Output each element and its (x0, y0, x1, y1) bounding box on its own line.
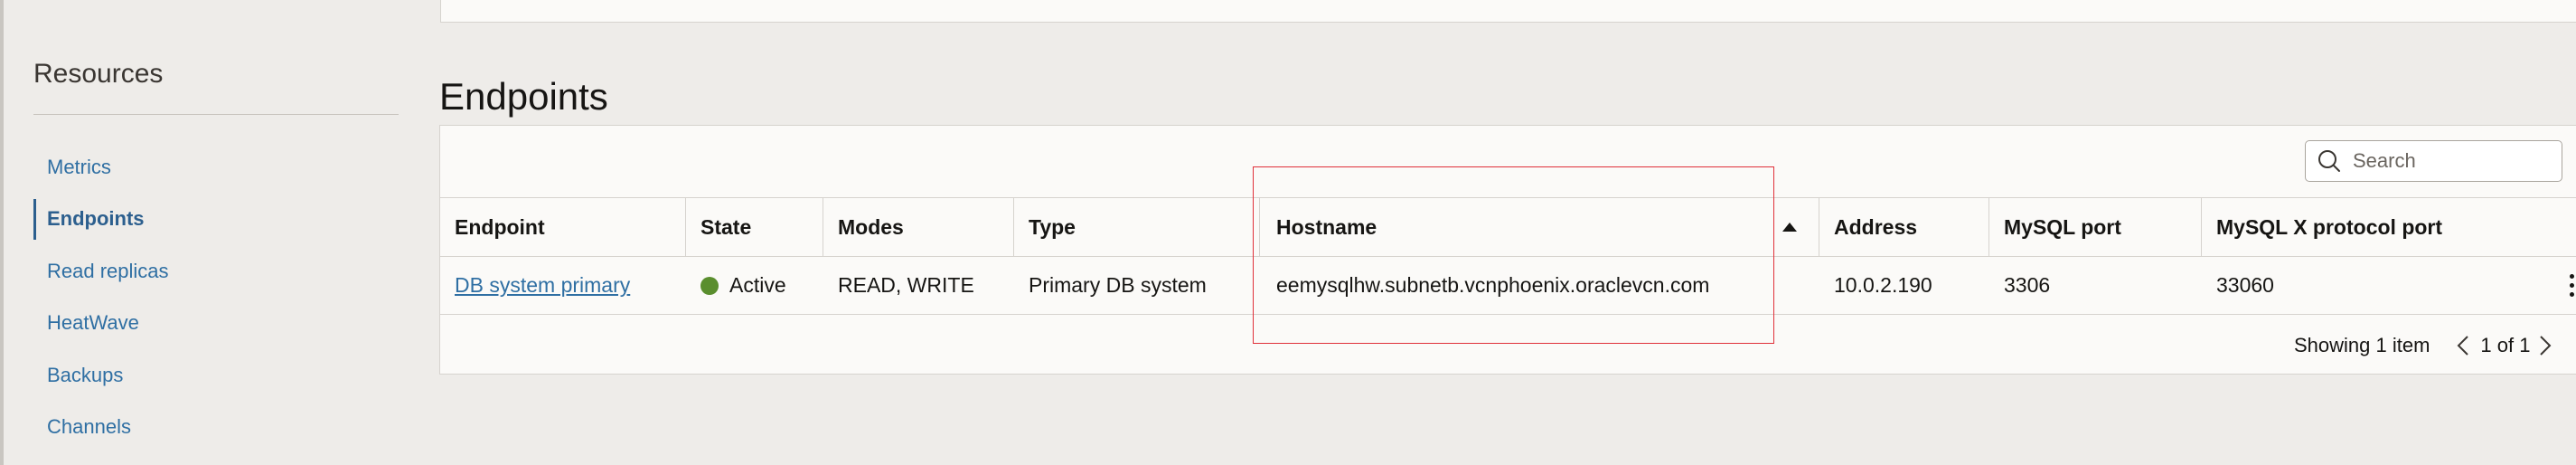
sidebar-item-read-replicas[interactable]: Read replicas (33, 245, 399, 298)
resources-nav: Metrics Endpoints Read replicas HeatWave… (33, 141, 399, 453)
column-header-modes[interactable]: Modes (823, 198, 1014, 256)
chevron-left-icon[interactable] (2453, 332, 2473, 359)
row-actions-kebab-icon[interactable] (2567, 272, 2576, 299)
resources-title: Resources (33, 59, 164, 89)
column-header-state[interactable]: State (686, 198, 823, 256)
resources-divider (33, 114, 399, 115)
column-header-type[interactable]: Type (1014, 198, 1260, 256)
table-header-row: Endpoint State Modes Type Hostname Addre… (440, 197, 2576, 257)
column-header-mysql-x-protocol-port[interactable]: MySQL X protocol port (2202, 198, 2576, 256)
cell-modes: READ, WRITE (838, 273, 974, 297)
column-header-mysql-port[interactable]: MySQL port (1989, 198, 2202, 256)
cell-address: 10.0.2.190 (1834, 273, 1932, 297)
top-panel (440, 0, 2576, 23)
endpoints-table: Endpoint State Modes Type Hostname Addre… (440, 197, 2576, 315)
status-label: Active (729, 273, 786, 297)
column-header-hostname-label: Hostname (1276, 214, 1377, 239)
sidebar-item-endpoints[interactable]: Endpoints (33, 194, 399, 246)
page-title: Endpoints (439, 75, 608, 119)
table-footer: Showing 1 item 1 of 1 (2169, 329, 2576, 362)
page-info: 1 of 1 (2480, 334, 2531, 356)
left-edge-divider (0, 0, 4, 465)
search-icon (2317, 148, 2342, 174)
search-box[interactable] (2305, 140, 2562, 182)
endpoint-link[interactable]: DB system primary (455, 273, 630, 298)
column-header-hostname[interactable]: Hostname (1260, 198, 1819, 256)
cell-mysql-x-port-value: 33060 (2216, 273, 2274, 297)
sidebar-item-metrics[interactable]: Metrics (33, 141, 399, 194)
cell-mysql-port: 3306 (2004, 273, 2051, 297)
cell-mysql-x-port: 33060 (2202, 257, 2576, 314)
cell-endpoint: DB system primary (440, 257, 686, 314)
table-row: DB system primary Active READ, WRITE Pri… (440, 257, 2576, 315)
sidebar-item-channels[interactable]: Channels (33, 402, 399, 454)
column-header-endpoint[interactable]: Endpoint (440, 198, 686, 256)
sidebar-item-backups[interactable]: Backups (33, 349, 399, 402)
column-header-address[interactable]: Address (1819, 198, 1989, 256)
sidebar-item-heatwave[interactable]: HeatWave (33, 298, 399, 350)
cell-type: Primary DB system (1029, 273, 1207, 297)
sort-ascending-icon[interactable] (1782, 223, 1797, 232)
page: Resources Metrics Endpoints Read replica… (0, 0, 2576, 465)
cell-state: Active (686, 257, 823, 314)
search-input[interactable] (2351, 148, 2562, 174)
chevron-right-icon[interactable] (2535, 332, 2555, 359)
cell-hostname: eemysqlhw.subnetb.vcnphoenix.oraclevcn.c… (1276, 273, 1710, 297)
showing-count: Showing 1 item (2294, 334, 2430, 356)
status-active-icon (700, 276, 719, 295)
